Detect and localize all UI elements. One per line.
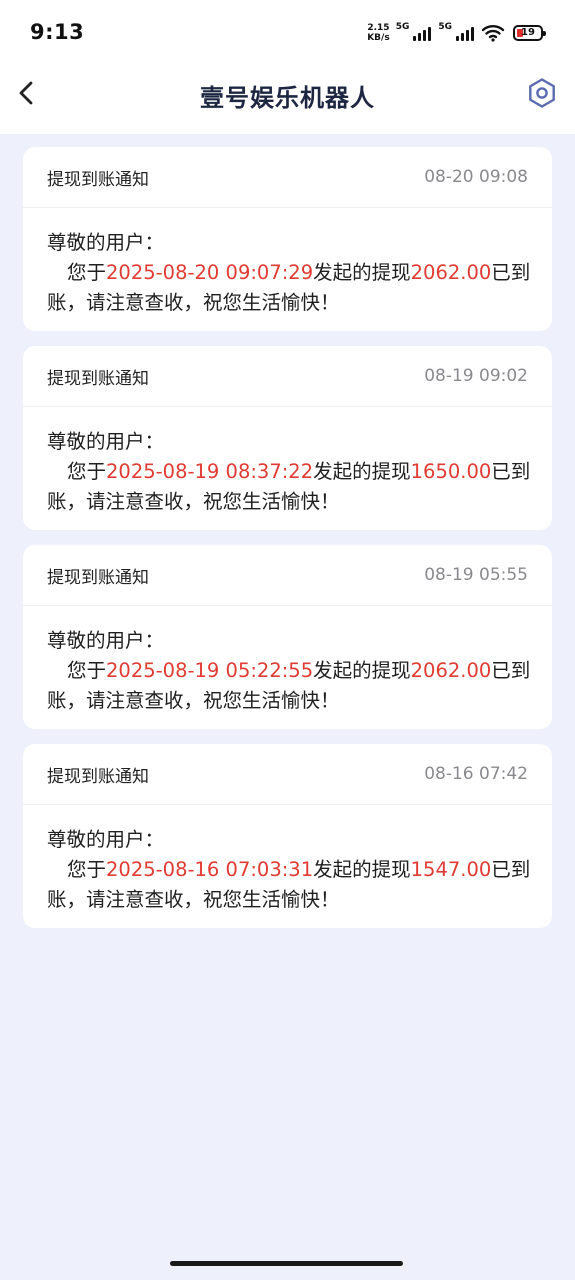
gear-icon [526, 77, 558, 109]
message-datetime: 2025-08-19 05:22:55 [106, 659, 314, 682]
notification-message: 您于2025-08-20 09:07:29发起的提现2062.00已到账，请注意… [47, 258, 538, 318]
notification-list: 提现到账通知 08-20 09:08 尊敬的用户： 您于2025-08-20 0… [23, 147, 552, 943]
notification-card[interactable]: 提现到账通知 08-20 09:08 尊敬的用户： 您于2025-08-20 0… [23, 147, 552, 331]
battery-level: 19 [521, 27, 535, 38]
notification-title: 提现到账通知 [47, 567, 149, 588]
notification-message: 您于2025-08-19 05:22:55发起的提现2062.00已到账，请注意… [47, 656, 538, 716]
notification-card[interactable]: 提现到账通知 08-19 05:55 尊敬的用户： 您于2025-08-19 0… [23, 545, 552, 729]
message-prefix: 您于 [67, 460, 107, 483]
message-prefix: 您于 [67, 659, 107, 682]
message-middle: 发起的提现 [313, 659, 411, 682]
notification-time: 08-19 09:02 [424, 366, 528, 386]
message-amount: 2062.00 [410, 261, 492, 284]
notification-message: 您于2025-08-16 07:03:31发起的提现1547.00已到账，请注意… [47, 855, 538, 915]
notification-time: 08-19 05:55 [424, 565, 528, 585]
home-indicator[interactable] [170, 1261, 403, 1266]
message-amount: 1650.00 [410, 460, 492, 483]
message-prefix: 您于 [67, 261, 107, 284]
notification-body: 尊敬的用户： 您于2025-08-19 08:37:22发起的提现1650.00… [23, 407, 552, 517]
status-bar: 9:13 2.15 KB/s 5G 5G 19 [0, 0, 575, 66]
sim2-signal-icon [456, 25, 474, 41]
notification-title: 提现到账通知 [47, 766, 149, 787]
sim2-network-type: 5G [438, 22, 452, 32]
notification-greeting: 尊敬的用户： [47, 629, 165, 652]
notification-title: 提现到账通知 [47, 169, 149, 190]
notification-greeting: 尊敬的用户： [47, 828, 165, 851]
message-amount: 1547.00 [410, 858, 492, 881]
message-amount: 2062.00 [410, 659, 492, 682]
notification-header: 提现到账通知 08-16 07:42 [23, 744, 552, 805]
sim1-signal-icon [413, 25, 432, 41]
network-speed-unit: KB/s [367, 33, 390, 43]
notification-header: 提现到账通知 08-19 05:55 [23, 545, 552, 606]
status-time: 9:13 [30, 20, 85, 44]
app-header: 壹号娱乐机器人 [0, 66, 575, 134]
page-title: 壹号娱乐机器人 [200, 84, 375, 112]
notification-card[interactable]: 提现到账通知 08-16 07:42 尊敬的用户： 您于2025-08-16 0… [23, 744, 552, 928]
notification-header: 提现到账通知 08-19 09:02 [23, 346, 552, 407]
notification-body: 尊敬的用户： 您于2025-08-16 07:03:31发起的提现1547.00… [23, 805, 552, 915]
settings-button[interactable] [525, 76, 559, 110]
notification-header: 提现到账通知 08-20 09:08 [23, 147, 552, 208]
notification-card[interactable]: 提现到账通知 08-19 09:02 尊敬的用户： 您于2025-08-19 0… [23, 346, 552, 530]
message-datetime: 2025-08-19 08:37:22 [106, 460, 314, 483]
notification-body: 尊敬的用户： 您于2025-08-19 05:22:55发起的提现2062.00… [23, 606, 552, 716]
network-speed-value: 2.15 [367, 23, 390, 33]
notification-title: 提现到账通知 [47, 368, 149, 389]
notification-time: 08-16 07:42 [424, 764, 528, 784]
network-speed: 2.15 KB/s [367, 23, 389, 43]
message-middle: 发起的提现 [313, 858, 411, 881]
message-middle: 发起的提现 [313, 460, 411, 483]
message-prefix: 您于 [67, 858, 107, 881]
status-icons: 2.15 KB/s 5G 5G 19 [367, 20, 546, 46]
notification-time: 08-20 09:08 [424, 167, 528, 187]
message-middle: 发起的提现 [313, 261, 411, 284]
notification-greeting: 尊敬的用户： [47, 231, 165, 254]
notification-greeting: 尊敬的用户： [47, 430, 165, 453]
notification-message: 您于2025-08-19 08:37:22发起的提现1650.00已到账，请注意… [47, 457, 538, 517]
sim1-network-type: 5G [395, 22, 410, 32]
message-datetime: 2025-08-16 07:03:31 [106, 858, 314, 881]
wifi-icon [481, 24, 505, 42]
message-datetime: 2025-08-20 09:07:29 [106, 261, 314, 284]
notification-body: 尊敬的用户： 您于2025-08-20 09:07:29发起的提现2062.00… [23, 208, 552, 318]
battery-icon: 19 [513, 25, 546, 41]
